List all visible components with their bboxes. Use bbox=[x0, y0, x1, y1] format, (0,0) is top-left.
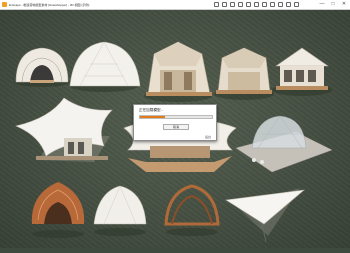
section-icon[interactable] bbox=[238, 2, 243, 7]
maximize-button[interactable]: □ bbox=[328, 1, 338, 8]
tent-membrane-pavilion bbox=[15, 97, 113, 162]
loading-message: 正在加载模型... bbox=[139, 108, 164, 112]
tent-wooden-rib bbox=[164, 184, 220, 236]
cancel-button[interactable]: 取消 bbox=[163, 124, 189, 130]
quick-access-toolbar bbox=[214, 2, 299, 7]
tent-dome-capsule bbox=[14, 47, 70, 87]
measure-icon[interactable] bbox=[230, 2, 235, 7]
loading-dialog: 正在加载模型... 取消 后台 bbox=[133, 104, 217, 141]
orbit-icon[interactable] bbox=[222, 2, 227, 7]
tent-transparent-dome-deck bbox=[235, 115, 333, 173]
cursor-icon[interactable] bbox=[214, 2, 219, 7]
panorama-icon[interactable] bbox=[278, 2, 283, 7]
video-icon[interactable] bbox=[270, 2, 275, 7]
progress-fill bbox=[140, 116, 166, 118]
window-title: Enscape - 帐篷营地模型素材 [Grasshopper] - 3D 视图… bbox=[9, 2, 90, 7]
progress-bar bbox=[139, 115, 213, 119]
help-icon[interactable] bbox=[294, 2, 299, 7]
tent-safari-lodge bbox=[214, 47, 274, 100]
title-bar: Enscape - 帐篷营地模型素材 [Grasshopper] - 3D 视图… bbox=[0, 0, 350, 10]
minimize-button[interactable]: — bbox=[317, 1, 327, 8]
tent-rattan-nest bbox=[31, 182, 85, 238]
app-icon bbox=[2, 2, 7, 7]
close-button[interactable]: ✕ bbox=[339, 1, 349, 8]
tent-geodesic-dome bbox=[69, 41, 141, 92]
render-icon[interactable] bbox=[262, 2, 267, 7]
tent-white-shell bbox=[93, 185, 147, 236]
tent-triangle-sail bbox=[225, 188, 305, 243]
tent-safari-canvas bbox=[144, 41, 212, 102]
visual-settings-icon[interactable] bbox=[246, 2, 251, 7]
background-button[interactable]: 后台 bbox=[205, 135, 211, 139]
asset-library-icon[interactable] bbox=[254, 2, 259, 7]
settings-icon[interactable] bbox=[286, 2, 291, 7]
tent-round-yurt bbox=[272, 47, 332, 96]
